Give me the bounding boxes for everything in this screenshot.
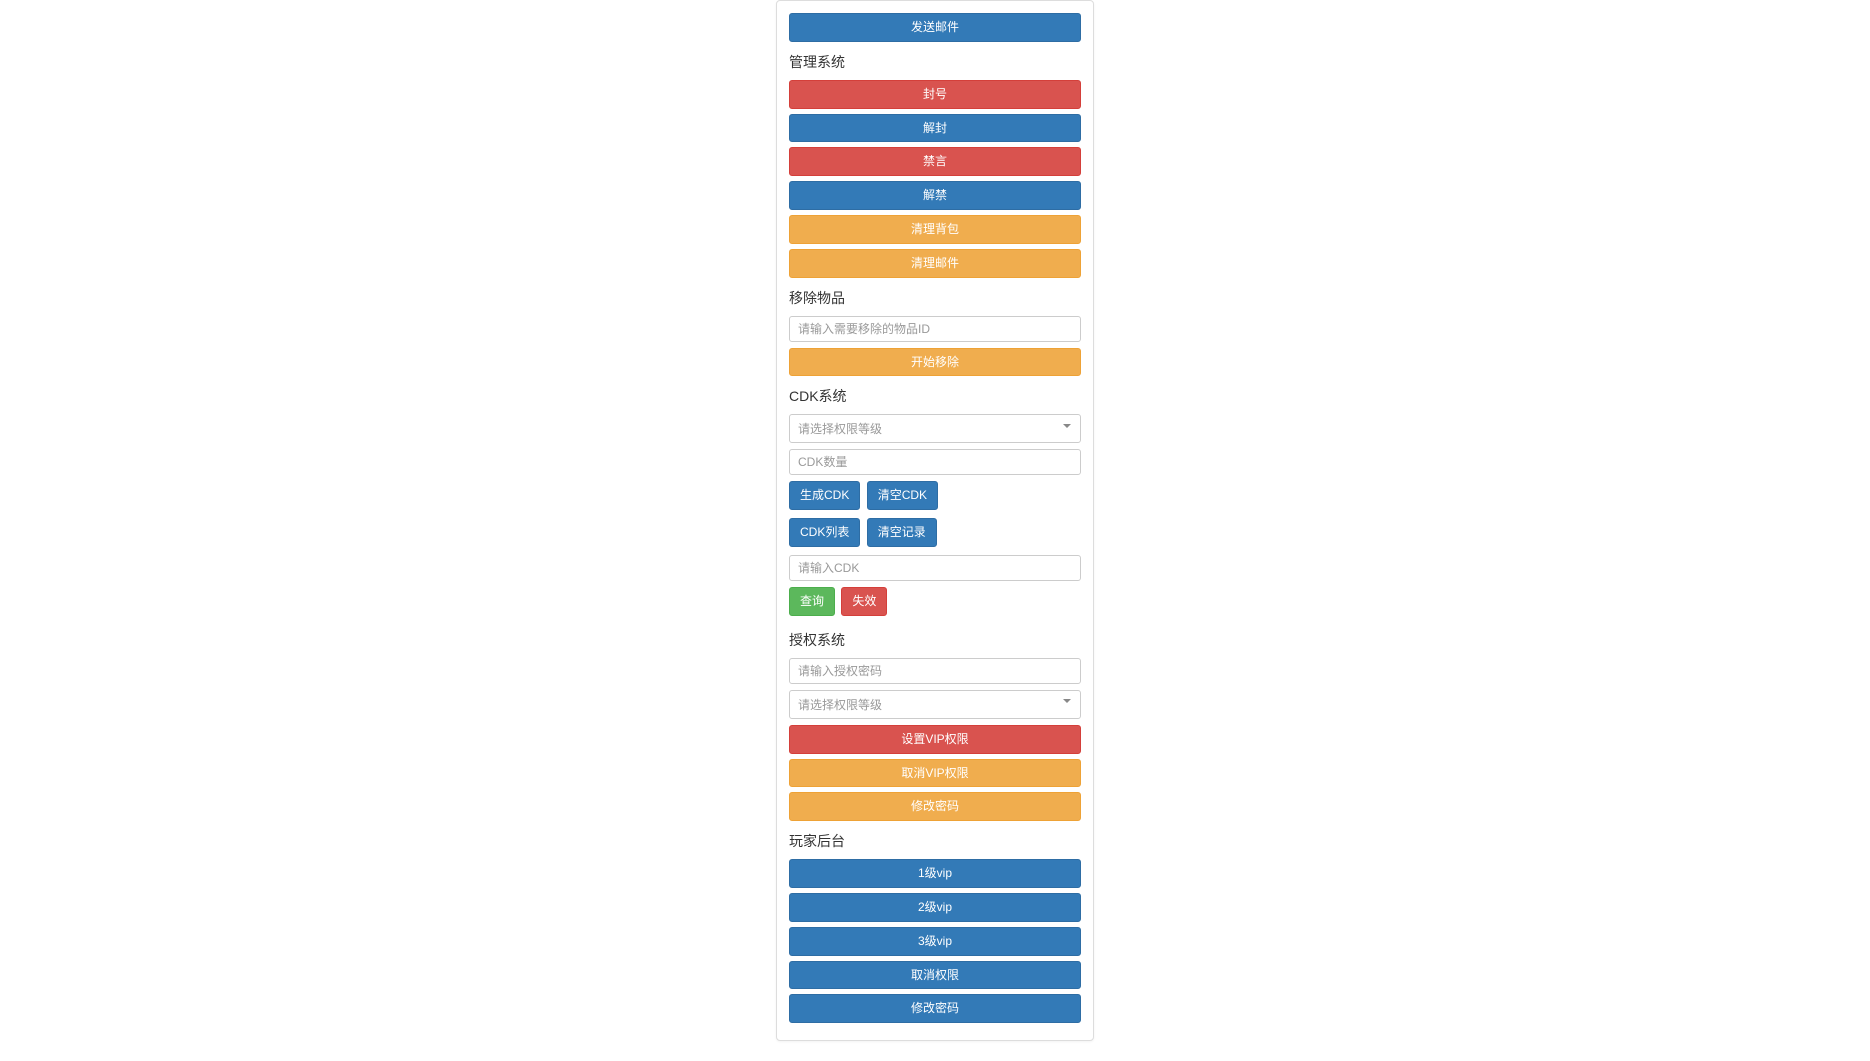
- vip1-button[interactable]: 1级vip: [789, 859, 1081, 888]
- ban-button[interactable]: 封号: [789, 80, 1081, 109]
- remove-item-title: 移除物品: [789, 288, 1081, 308]
- set-vip-button[interactable]: 设置VIP权限: [789, 725, 1081, 754]
- mute-button[interactable]: 禁言: [789, 147, 1081, 176]
- cdk-list-button[interactable]: CDK列表: [789, 518, 860, 547]
- unban-button[interactable]: 解封: [789, 114, 1081, 143]
- player-change-pwd-button[interactable]: 修改密码: [789, 994, 1081, 1023]
- clear-mail-button[interactable]: 清理邮件: [789, 249, 1081, 278]
- cdk-amount-input[interactable]: [789, 449, 1081, 475]
- clear-bag-button[interactable]: 清理背包: [789, 215, 1081, 244]
- cdk-system-title: CDK系统: [789, 386, 1081, 406]
- cdk-level-select[interactable]: 请选择权限等级: [789, 414, 1081, 443]
- player-backend-title: 玩家后台: [789, 831, 1081, 851]
- send-mail-button[interactable]: 发送邮件: [789, 13, 1081, 42]
- vip3-button[interactable]: 3级vip: [789, 927, 1081, 956]
- admin-system-title: 管理系统: [789, 52, 1081, 72]
- clear-cdk-button[interactable]: 清空CDK: [867, 481, 938, 510]
- auth-level-select[interactable]: 请选择权限等级: [789, 690, 1081, 719]
- auth-system-title: 授权系统: [789, 630, 1081, 650]
- clear-log-button[interactable]: 清空记录: [867, 518, 937, 547]
- auth-password-input[interactable]: [789, 658, 1081, 684]
- remove-item-input[interactable]: [789, 316, 1081, 342]
- cdk-input[interactable]: [789, 555, 1081, 581]
- start-remove-button[interactable]: 开始移除: [789, 348, 1081, 377]
- vip2-button[interactable]: 2级vip: [789, 893, 1081, 922]
- invalidate-cdk-button[interactable]: 失效: [841, 587, 887, 616]
- query-cdk-button[interactable]: 查询: [789, 587, 835, 616]
- unmute-button[interactable]: 解禁: [789, 181, 1081, 210]
- cancel-perm-button[interactable]: 取消权限: [789, 961, 1081, 990]
- generate-cdk-button[interactable]: 生成CDK: [789, 481, 860, 510]
- auth-change-pwd-button[interactable]: 修改密码: [789, 792, 1081, 821]
- cancel-vip-button[interactable]: 取消VIP权限: [789, 759, 1081, 788]
